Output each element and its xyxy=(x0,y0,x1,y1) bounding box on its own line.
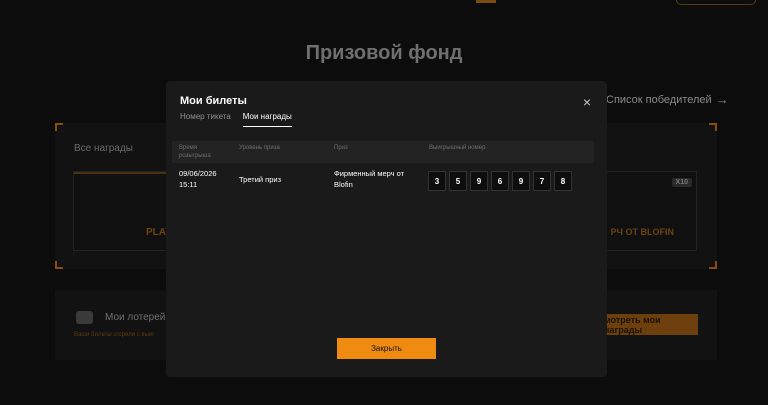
prize-name-line1: Фирменный мерч от xyxy=(334,169,405,178)
winners-list-label: Список победителей xyxy=(606,93,712,106)
winning-digit: 6 xyxy=(491,171,509,191)
column-header-level: Уровень приза xyxy=(239,145,280,151)
corner-decoration xyxy=(709,261,717,269)
modal-tabs: Номер тикета Мои награды xyxy=(180,112,292,127)
corner-decoration xyxy=(55,123,63,131)
my-lottery-subtitle: Ваши билеты сгорели с выиг xyxy=(74,332,155,338)
header-accent xyxy=(476,0,496,3)
header-button-outline xyxy=(676,0,756,5)
draw-date: 09/06/2026 xyxy=(179,169,217,178)
view-my-rewards-button[interactable]: мотреть мои награды xyxy=(604,314,698,335)
arrow-right-icon: → xyxy=(715,92,729,107)
winning-number: 3 5 9 6 9 7 8 xyxy=(428,171,572,191)
corner-decoration xyxy=(55,261,63,269)
prize-name-line2: Blofin xyxy=(334,180,353,189)
column-header-time: Время розыгрыша xyxy=(179,145,211,159)
reward-card-right-text: РЧ ОТ BLOFIN xyxy=(610,227,674,237)
winners-list-link[interactable]: Список победителей → xyxy=(606,92,729,107)
winning-digit: 9 xyxy=(512,171,530,191)
winning-digit: 8 xyxy=(554,171,572,191)
draw-time: 15:11 xyxy=(179,180,198,189)
winning-digit: 3 xyxy=(428,171,446,191)
all-rewards-label: Все награды xyxy=(74,143,133,154)
ticket-icon xyxy=(76,311,93,324)
winning-digit: 9 xyxy=(470,171,488,191)
tab-ticket-number[interactable]: Номер тикета xyxy=(180,112,231,127)
corner-decoration xyxy=(709,123,717,131)
page-title: Призовой фонд xyxy=(305,42,463,64)
multiplier-badge: X10 xyxy=(671,178,692,187)
table-header: Время розыгрыша Уровень приза Приз Выигр… xyxy=(172,141,594,163)
close-button[interactable]: Закрыть xyxy=(337,338,436,359)
tab-my-rewards[interactable]: Мои награды xyxy=(242,112,292,127)
column-header-number: Выигрышный номер xyxy=(429,145,486,151)
column-header-prize: Приз xyxy=(334,145,348,151)
winning-digit: 5 xyxy=(449,171,467,191)
modal-title: Мои билеты xyxy=(180,95,247,107)
prize-level: Третий приз xyxy=(239,175,282,184)
card-accent-line xyxy=(74,172,174,174)
close-icon[interactable]: × xyxy=(580,95,594,109)
my-lottery-title: Мои лотерейн xyxy=(105,312,171,323)
table-row: 09/06/2026 15:11 Третий приз Фирменный м… xyxy=(172,165,594,195)
my-tickets-modal: Мои билеты × Номер тикета Мои награды Вр… xyxy=(166,81,607,377)
winning-digit: 7 xyxy=(533,171,551,191)
